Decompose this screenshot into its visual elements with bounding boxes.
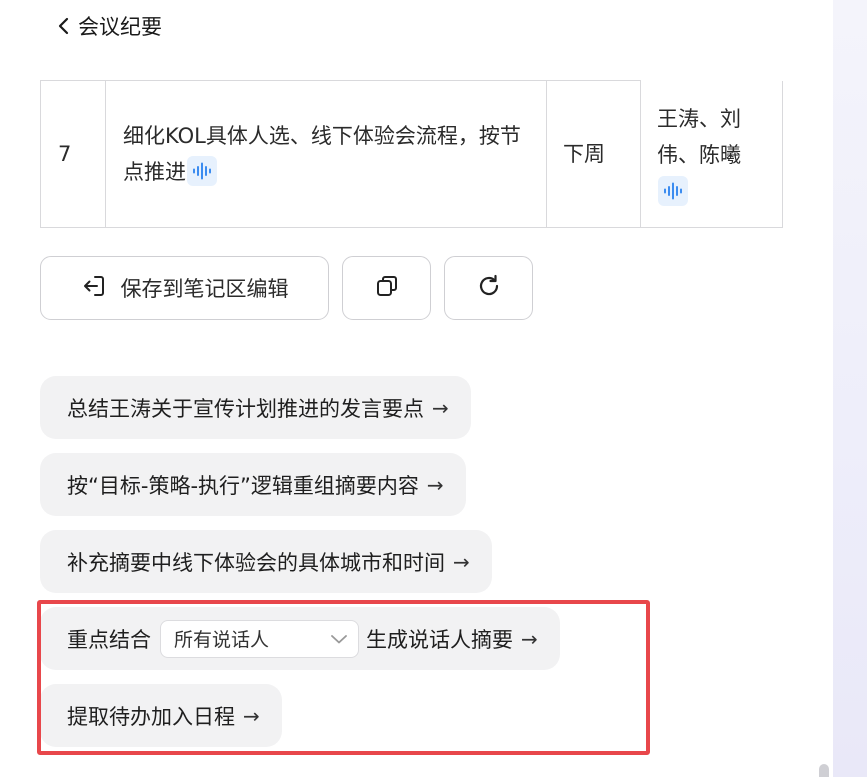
suggestion-chip[interactable]: 按“目标-策略-执行”逻辑重组摘要内容 → [40,453,466,516]
header: 会议纪要 [54,10,162,42]
main-panel: 会议纪要 7 细化KOL具体人选、线下体验会流程，按节点推进 下周 王涛、刘伟、… [0,0,833,777]
suggestion-chip[interactable]: 总结王涛关于宣传计划推进的发言要点 → [40,376,471,439]
arrow-right-icon: → [521,626,538,651]
owner-cell: 王涛、刘伟、陈曦 [640,80,783,228]
chevron-down-icon [330,628,348,650]
task-cell: 细化KOL具体人选、线下体验会流程，按节点推进 [105,80,547,228]
speaker-select[interactable]: 所有说话人 [160,619,359,658]
side-panel [833,0,867,777]
refresh-icon [476,273,502,303]
save-to-notes-button[interactable]: 保存到笔记区编辑 [40,256,329,320]
suggestion-chip[interactable]: 补充摘要中线下体验会的具体城市和时间 → [40,530,492,593]
speaker-summary-chip[interactable]: 重点结合 所有说话人 生成说话人摘要 → [40,607,560,670]
speaker-summary-prefix: 重点结合 [67,627,151,652]
table-row: 7 细化KOL具体人选、线下体验会流程，按节点推进 下周 王涛、刘伟、陈曦 [40,80,783,228]
back-chevron-icon[interactable] [54,16,74,36]
export-icon [81,273,107,303]
suggestion-text: 按“目标-策略-执行”逻辑重组摘要内容 [67,473,419,498]
speaker-summary-suffix: 生成说话人摘要 [366,627,513,652]
voice-wave-icon[interactable] [658,175,688,206]
action-bar: 保存到笔记区编辑 [40,256,533,320]
copy-button[interactable] [342,256,431,320]
task-text: 细化KOL具体人选、线下体验会流程，按节点推进 [123,124,521,184]
extract-todo-text: 提取待办加入日程 [67,704,235,729]
save-button-label: 保存到笔记区编辑 [120,277,289,301]
scrollbar-thumb[interactable] [819,764,829,777]
voice-wave-icon[interactable] [187,156,217,186]
extract-todo-chip[interactable]: 提取待办加入日程 → [40,684,282,747]
speaker-select-value: 所有说话人 [174,629,270,651]
suggestion-text: 总结王涛关于宣传计划推进的发言要点 [67,396,424,421]
page-title: 会议纪要 [78,15,162,39]
suggestion-text: 补充摘要中线下体验会的具体城市和时间 [67,550,445,575]
copy-icon [374,273,400,303]
arrow-right-icon: → [453,549,470,574]
time-cell: 下周 [546,80,641,228]
regenerate-button[interactable] [444,256,533,320]
todo-table: 7 细化KOL具体人选、线下体验会流程，按节点推进 下周 王涛、刘伟、陈曦 [40,80,783,228]
arrow-right-icon: → [426,472,444,497]
arrow-right-icon: → [243,703,260,728]
arrow-right-icon: → [432,395,449,420]
owner-text: 王涛、刘伟、陈曦 [657,106,741,167]
row-number: 7 [40,80,106,228]
